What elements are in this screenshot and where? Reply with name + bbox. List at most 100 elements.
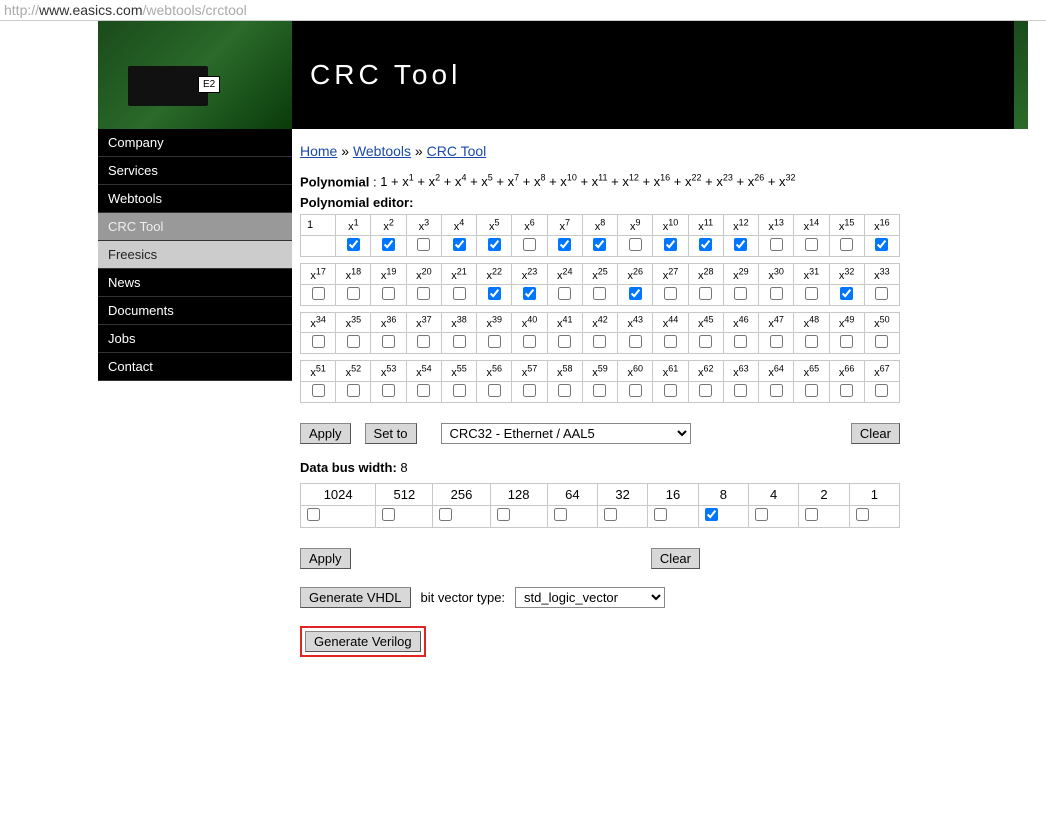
url-bar[interactable]: http://www.easics.com/webtools/crctool — [0, 0, 1046, 21]
poly-x31-checkbox[interactable] — [805, 287, 818, 300]
poly-x62-checkbox[interactable] — [699, 384, 712, 397]
generate-vhdl-button[interactable]: Generate VHDL — [300, 587, 411, 608]
poly-x19-checkbox[interactable] — [382, 287, 395, 300]
poly-x51-checkbox[interactable] — [312, 384, 325, 397]
poly-x5-checkbox[interactable] — [488, 238, 501, 251]
dbw-32-checkbox[interactable] — [604, 508, 617, 521]
poly-x49-checkbox[interactable] — [840, 335, 853, 348]
poly-x32-checkbox[interactable] — [840, 287, 853, 300]
bvt-select[interactable]: std_logic_vector — [515, 587, 665, 608]
generate-verilog-button[interactable]: Generate Verilog — [305, 631, 421, 652]
poly-x15-checkbox[interactable] — [840, 238, 853, 251]
sidebar-item-documents[interactable]: Documents — [98, 297, 292, 325]
poly-x9-checkbox[interactable] — [629, 238, 642, 251]
poly-x16-checkbox[interactable] — [875, 238, 888, 251]
poly-x64-checkbox[interactable] — [770, 384, 783, 397]
sidebar-item-webtools[interactable]: Webtools — [98, 185, 292, 213]
poly-x11-checkbox[interactable] — [699, 238, 712, 251]
poly-x56-checkbox[interactable] — [488, 384, 501, 397]
preset-select[interactable]: CRC32 - Ethernet / AAL5 — [441, 423, 691, 444]
bc-home[interactable]: Home — [300, 143, 337, 159]
dbw-clear-button[interactable]: Clear — [651, 548, 700, 569]
poly-x23-checkbox[interactable] — [523, 287, 536, 300]
poly-x46-checkbox[interactable] — [734, 335, 747, 348]
poly-x24-checkbox[interactable] — [558, 287, 571, 300]
dbw-512-checkbox[interactable] — [382, 508, 395, 521]
sidebar-item-freesics[interactable]: Freesics — [98, 241, 292, 269]
dbw-128-checkbox[interactable] — [497, 508, 510, 521]
poly-x4-checkbox[interactable] — [453, 238, 466, 251]
dbw-2-checkbox[interactable] — [805, 508, 818, 521]
bc-crctool[interactable]: CRC Tool — [427, 143, 487, 159]
poly-x52-checkbox[interactable] — [347, 384, 360, 397]
sidebar-item-services[interactable]: Services — [98, 157, 292, 185]
poly-x58-checkbox[interactable] — [558, 384, 571, 397]
clear-button[interactable]: Clear — [851, 423, 900, 444]
poly-x66-checkbox[interactable] — [840, 384, 853, 397]
poly-x45-checkbox[interactable] — [699, 335, 712, 348]
dbw-256-checkbox[interactable] — [439, 508, 452, 521]
poly-x48-checkbox[interactable] — [805, 335, 818, 348]
poly-x27-checkbox[interactable] — [664, 287, 677, 300]
poly-x30-checkbox[interactable] — [770, 287, 783, 300]
poly-x21-checkbox[interactable] — [453, 287, 466, 300]
poly-x41-checkbox[interactable] — [558, 335, 571, 348]
bc-webtools[interactable]: Webtools — [353, 143, 411, 159]
poly-x22-checkbox[interactable] — [488, 287, 501, 300]
sidebar-item-news[interactable]: News — [98, 269, 292, 297]
poly-x65-checkbox[interactable] — [805, 384, 818, 397]
poly-x59-checkbox[interactable] — [593, 384, 606, 397]
dbw-1024-checkbox[interactable] — [307, 508, 320, 521]
poly-x42-checkbox[interactable] — [593, 335, 606, 348]
dbw-16-checkbox[interactable] — [654, 508, 667, 521]
poly-x34-checkbox[interactable] — [312, 335, 325, 348]
sidebar-item-jobs[interactable]: Jobs — [98, 325, 292, 353]
sidebar-item-crc-tool[interactable]: CRC Tool — [98, 213, 292, 241]
poly-x28-checkbox[interactable] — [699, 287, 712, 300]
dbw-apply-button[interactable]: Apply — [300, 548, 351, 569]
poly-x67-checkbox[interactable] — [875, 384, 888, 397]
poly-x29-checkbox[interactable] — [734, 287, 747, 300]
poly-x6-checkbox[interactable] — [523, 238, 536, 251]
poly-x1-checkbox[interactable] — [347, 238, 360, 251]
dbw-1-checkbox[interactable] — [856, 508, 869, 521]
sidebar-item-company[interactable]: Company — [98, 129, 292, 157]
poly-x17-checkbox[interactable] — [312, 287, 325, 300]
poly-x14-checkbox[interactable] — [805, 238, 818, 251]
poly-x50-checkbox[interactable] — [875, 335, 888, 348]
poly-x53-checkbox[interactable] — [382, 384, 395, 397]
poly-x20-checkbox[interactable] — [417, 287, 430, 300]
poly-x36-checkbox[interactable] — [382, 335, 395, 348]
dbw-64-checkbox[interactable] — [554, 508, 567, 521]
poly-x25-checkbox[interactable] — [593, 287, 606, 300]
sidebar-item-contact[interactable]: Contact — [98, 353, 292, 381]
poly-x18-checkbox[interactable] — [347, 287, 360, 300]
poly-x3-checkbox[interactable] — [417, 238, 430, 251]
poly-x40-checkbox[interactable] — [523, 335, 536, 348]
poly-x33-checkbox[interactable] — [875, 287, 888, 300]
poly-x7-checkbox[interactable] — [558, 238, 571, 251]
dbw-4-checkbox[interactable] — [755, 508, 768, 521]
poly-x2-checkbox[interactable] — [382, 238, 395, 251]
dbw-8-checkbox[interactable] — [705, 508, 718, 521]
poly-x63-checkbox[interactable] — [734, 384, 747, 397]
poly-x55-checkbox[interactable] — [453, 384, 466, 397]
poly-x38-checkbox[interactable] — [453, 335, 466, 348]
poly-x26-checkbox[interactable] — [629, 287, 642, 300]
poly-x60-checkbox[interactable] — [629, 384, 642, 397]
poly-x54-checkbox[interactable] — [417, 384, 430, 397]
poly-x43-checkbox[interactable] — [629, 335, 642, 348]
poly-x10-checkbox[interactable] — [664, 238, 677, 251]
poly-x13-checkbox[interactable] — [770, 238, 783, 251]
poly-x61-checkbox[interactable] — [664, 384, 677, 397]
poly-x12-checkbox[interactable] — [734, 238, 747, 251]
poly-x8-checkbox[interactable] — [593, 238, 606, 251]
poly-x47-checkbox[interactable] — [770, 335, 783, 348]
setto-button[interactable]: Set to — [365, 423, 417, 444]
apply-button[interactable]: Apply — [300, 423, 351, 444]
poly-x37-checkbox[interactable] — [417, 335, 430, 348]
poly-x44-checkbox[interactable] — [664, 335, 677, 348]
poly-x57-checkbox[interactable] — [523, 384, 536, 397]
poly-x35-checkbox[interactable] — [347, 335, 360, 348]
poly-x39-checkbox[interactable] — [488, 335, 501, 348]
